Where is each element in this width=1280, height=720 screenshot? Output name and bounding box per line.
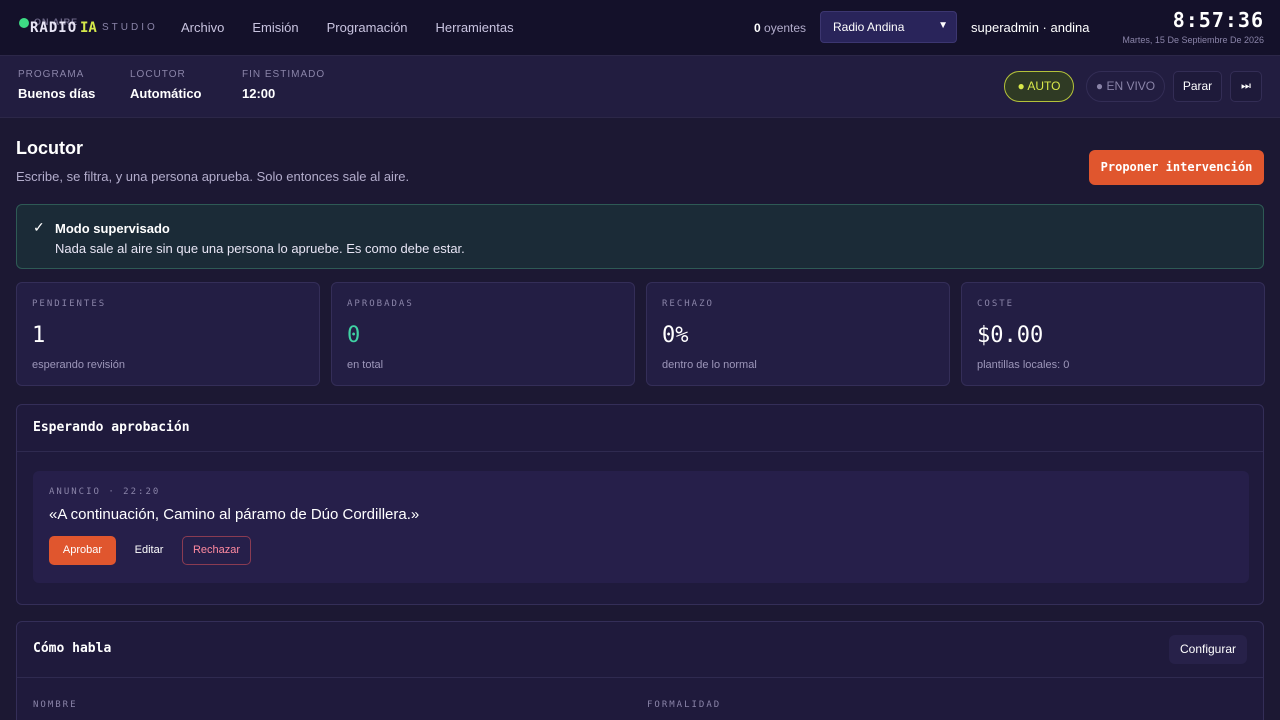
end-time-value: 12:00 bbox=[242, 86, 276, 101]
stat-label: COSTE bbox=[977, 299, 1015, 309]
top-bar: ON AIRE RADIO IA STUDIO Archivo Emisión … bbox=[0, 0, 1280, 56]
stat-value: 0 bbox=[347, 323, 361, 348]
approval-panel: Esperando aprobación ANUNCIO · 22:20 «A … bbox=[16, 404, 1264, 605]
edit-button[interactable]: Editar bbox=[123, 536, 175, 565]
live-mode-toggle[interactable]: ● EN VIVO bbox=[1086, 71, 1165, 102]
chevron-down-icon: ▼ bbox=[938, 20, 948, 31]
listeners-number: 0 bbox=[754, 21, 761, 35]
stat-card-rejection: RECHAZO 0% dentro de lo normal bbox=[646, 282, 950, 386]
stat-label: APROBADAS bbox=[347, 299, 414, 309]
program-value: Buenos días bbox=[18, 86, 96, 101]
notice-title: Modo supervisado bbox=[55, 221, 170, 236]
end-time-field: FIN ESTIMADO 12:00 bbox=[242, 69, 325, 101]
on-air-indicator-icon bbox=[19, 18, 29, 28]
approve-button[interactable]: Aprobar bbox=[49, 536, 116, 565]
nav-herramientas[interactable]: Herramientas bbox=[436, 20, 514, 35]
pending-item: ANUNCIO · 22:20 «A continuación, Camino … bbox=[33, 471, 1249, 583]
user-name[interactable]: superadmin · andina bbox=[971, 20, 1090, 35]
nav-archivo[interactable]: Archivo bbox=[181, 20, 224, 35]
announcer-field: LOCUTOR Automático bbox=[130, 69, 202, 101]
nav-programacion[interactable]: Programación bbox=[327, 20, 408, 35]
stat-label: RECHAZO bbox=[662, 299, 714, 309]
stat-sub: dentro de lo normal bbox=[662, 359, 757, 371]
listeners-count: 0 oyentes bbox=[754, 21, 806, 35]
logo-radio-text: RADIO bbox=[30, 20, 78, 36]
checkmark-icon: ✓ bbox=[33, 219, 45, 235]
program-field: PROGRAMA Buenos días bbox=[18, 69, 95, 101]
program-bar: PROGRAMA Buenos días LOCUTOR Automático … bbox=[0, 56, 1280, 118]
voice-header: Cómo habla bbox=[33, 641, 112, 656]
approval-header: Esperando aprobación bbox=[33, 420, 190, 435]
configure-button[interactable]: Configurar bbox=[1169, 635, 1247, 664]
divider bbox=[17, 677, 1263, 678]
clock-time: 8:57:36 bbox=[1172, 8, 1264, 32]
nav-emision[interactable]: Emisión bbox=[252, 20, 298, 35]
program-label: PROGRAMA bbox=[18, 69, 85, 80]
stat-card-approved: APROBADAS 0 en total bbox=[331, 282, 635, 386]
logo-studio-text: STUDIO bbox=[102, 22, 158, 33]
stat-sub: plantillas locales: 0 bbox=[977, 359, 1070, 371]
stat-card-pending: PENDIENTES 1 esperando revisión bbox=[16, 282, 320, 386]
stat-card-cost: COSTE $0.00 plantillas locales: 0 bbox=[961, 282, 1265, 386]
stat-label: PENDIENTES bbox=[32, 299, 107, 309]
auto-mode-toggle[interactable]: ● AUTO bbox=[1004, 71, 1074, 102]
clock-date: Martes, 15 De Septiembre De 2026 bbox=[1122, 35, 1264, 45]
voice-panel: Cómo habla Configurar NOMBRE FORMALIDAD bbox=[16, 621, 1264, 720]
name-field-label: NOMBRE bbox=[33, 700, 78, 710]
logo-ia-text: IA bbox=[80, 20, 97, 36]
clock: 8:57:36 Martes, 15 De Septiembre De 2026 bbox=[1122, 8, 1264, 45]
stat-value: 1 bbox=[32, 323, 46, 348]
reject-button[interactable]: Rechazar bbox=[182, 536, 251, 565]
station-select-value: Radio Andina bbox=[833, 20, 905, 34]
listeners-label: oyentes bbox=[764, 21, 807, 35]
app-logo[interactable]: ON AIRE RADIO IA STUDIO bbox=[16, 12, 156, 44]
item-quote: «A continuación, Camino al páramo de Dúo… bbox=[49, 506, 420, 523]
announcer-label: LOCUTOR bbox=[130, 69, 186, 80]
announcer-value: Automático bbox=[130, 86, 202, 101]
stat-sub: esperando revisión bbox=[32, 359, 125, 371]
stop-button[interactable]: Parar bbox=[1173, 71, 1222, 102]
divider bbox=[17, 451, 1263, 452]
stat-sub: en total bbox=[347, 359, 384, 371]
skip-next-icon[interactable]: ⏭ bbox=[1230, 71, 1262, 102]
end-time-label: FIN ESTIMADO bbox=[242, 69, 326, 80]
page-title: Locutor bbox=[16, 138, 83, 158]
notice-description: Nada sale al aire sin que una persona lo… bbox=[55, 241, 465, 256]
supervised-mode-notice: ✓ Modo supervisado Nada sale al aire sin… bbox=[16, 204, 1264, 269]
propose-intervention-button[interactable]: Proponer intervención bbox=[1089, 150, 1264, 185]
station-select[interactable]: Radio Andina ▼ bbox=[820, 11, 957, 43]
stat-value: $0.00 bbox=[977, 323, 1044, 348]
item-meta: ANUNCIO · 22:20 bbox=[49, 487, 161, 497]
main-nav: Archivo Emisión Programación Herramienta… bbox=[181, 20, 514, 35]
stat-value: 0% bbox=[662, 323, 689, 348]
formality-field-label: FORMALIDAD bbox=[647, 700, 722, 710]
page-subtitle: Escribe, se filtra, y una persona aprueb… bbox=[16, 169, 410, 184]
